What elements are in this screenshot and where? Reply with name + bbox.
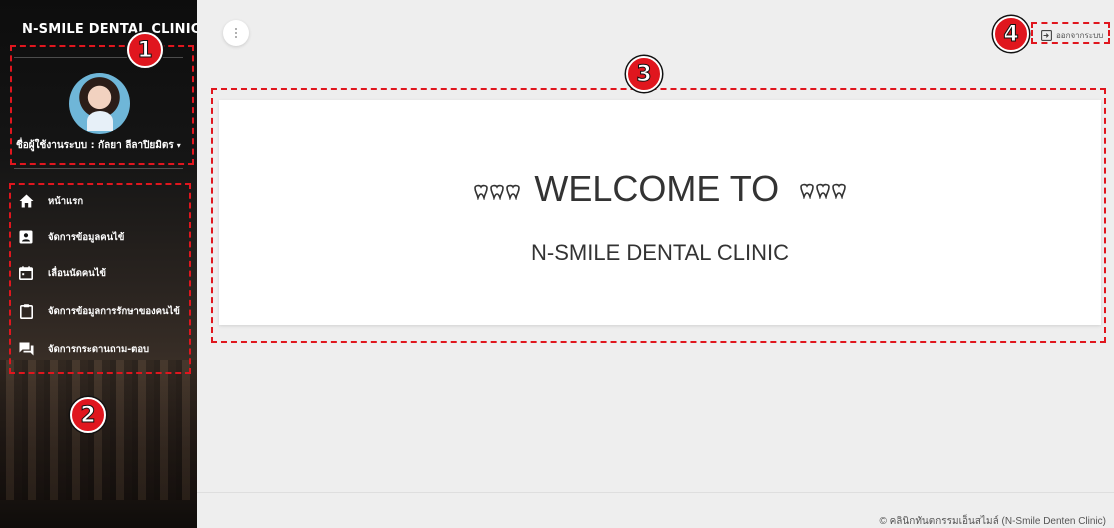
annotation-marker-2: 2 [70,397,106,433]
more-vert-icon[interactable] [223,20,249,46]
annotation-box-3 [211,88,1106,343]
annotation-marker-3: 3 [626,56,662,92]
annotation-marker-1: 1 [127,32,163,68]
divider [197,492,1114,493]
annotation-marker-4: 4 [993,16,1029,52]
divider [14,168,183,169]
brand-title[interactable]: N-SMILE DENTAL CLINIC [22,22,197,37]
annotation-box-1 [10,45,194,165]
footer-copyright: © คลินิกทันตกรรมเอ็นสไมล์ (N-Smile Dente… [879,516,1106,527]
annotation-box-2 [9,183,191,374]
annotation-box-4 [1031,22,1110,44]
